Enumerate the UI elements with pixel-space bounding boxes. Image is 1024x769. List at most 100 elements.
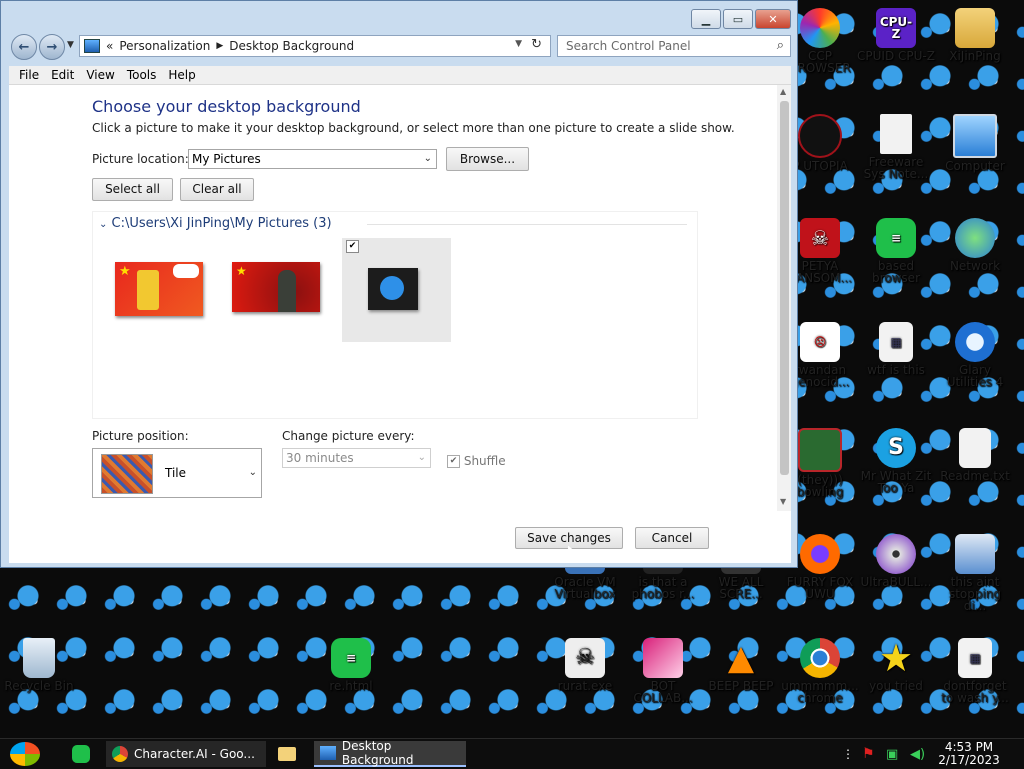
desktop-icon-readme[interactable]: Readme.txt [936,428,1014,482]
cancel-button[interactable]: Cancel [635,527,709,549]
taskbar-item-desktop-background[interactable]: Desktop Background [314,739,466,767]
menu-edit[interactable]: Edit [51,68,74,82]
group-header[interactable]: ⌄ C:\Users\Xi JinPing\My Pictures (3) [99,216,332,231]
calendar-file-icon: ▦ [879,322,913,362]
video-file-icon [643,638,683,678]
picture-thumbnail-3-selected[interactable]: ✔ [342,238,451,342]
maximize-icon: ▭ [732,12,744,26]
title-bar[interactable]: ▁ ▭ ✕ [1,1,797,33]
thumbnail-image [368,268,418,310]
scroll-down-icon[interactable]: ▼ [780,497,786,506]
forward-button[interactable]: → [39,34,65,60]
clock[interactable]: 4:53 PM 2/17/2023 [934,741,1004,767]
picture-position-select[interactable]: Tile ⌄ [92,448,262,498]
desktop-icon-recycle-bin[interactable]: Recycle Bin [0,638,78,692]
minimize-button[interactable]: ▁ [691,9,721,29]
control-panel-icon [84,39,100,53]
taskbar-item-desktop-background-label: Desktop Background [341,739,414,767]
desktop-icon-rurat[interactable]: ☠ rurat.exe [546,638,624,692]
back-arrow-icon: ← [18,39,30,55]
picture-thumbnail-2[interactable]: ★ [232,262,320,312]
desktop-icon-mr-what-zit[interactable]: S Mr What Zit Too Ya [857,428,935,494]
desktop-icon-xijinping[interactable]: XiJinPing [936,8,1014,62]
address-dropdown-icon[interactable]: ▼ [515,39,522,49]
desktop-icon-dontforget[interactable]: ▦ dontforget to wash y... [936,638,1014,704]
disc-icon [876,534,916,574]
desktop-icon-chrome[interactable]: ummmmm... chrome [781,638,859,704]
maximize-button[interactable]: ▭ [723,9,753,29]
picture-position-label: Picture position: [92,429,189,443]
select-all-button[interactable]: Select all [92,178,173,201]
flag-icon[interactable]: ⚑ [856,741,878,767]
picture-location-value: My Pictures [192,152,261,166]
desktop-icon-glary-utilities[interactable]: Glary Utilities 4 [936,322,1014,388]
desktop-icon-beep-beep[interactable]: ▲ BEEP BEEP [702,638,780,692]
change-picture-value: 30 minutes [286,451,354,465]
shuffle-checkbox[interactable]: ✔ [447,455,460,468]
menu-tools[interactable]: Tools [127,68,157,82]
clear-all-button[interactable]: Clear all [180,178,254,201]
search-icon[interactable]: ⌕ [777,36,784,56]
chat-icon: ≡ [331,638,371,678]
search-input[interactable]: Search Control Panel ⌕ [557,35,791,57]
chevron-down-icon: ⌄ [248,467,257,478]
windows-logo-icon [10,742,40,766]
shuffle-option[interactable]: ✔ Shuffle [447,454,506,468]
taskbar-item-chrome-label: Character.AI - Goo... [134,747,255,761]
address-bar[interactable]: « Personalization ▶ Desktop Background ▼… [79,35,551,57]
vertical-scrollbar[interactable]: ▲ ▼ [777,85,791,511]
recent-pages-dropdown-icon[interactable]: ▼ [67,40,74,50]
taskbar-item-chrome[interactable]: Character.AI - Goo... [106,741,266,767]
refresh-icon[interactable]: ↻ [531,37,542,52]
breadcrumb-separator-icon[interactable]: ▶ [216,41,223,51]
navigation-bar: ← → ▼ « Personalization ▶ Desktop Backgr… [9,34,791,60]
utopia-icon [798,114,842,158]
page-title: Choose your desktop background [92,97,361,116]
taskbar-pinned-chat[interactable] [66,741,96,767]
desktop-icon-freeware-sys-note[interactable]: Freeware Sys Note... [857,114,935,180]
desktop-icon-this-aint-stopping[interactable]: this aint stopping di... [936,534,1014,612]
control-panel-icon [320,746,336,760]
chrome-icon [112,746,128,762]
menu-bar: File Edit View Tools Help [9,66,791,85]
desktop-icon-bot-collab[interactable]: BOT COLLAB... [624,638,702,704]
breadcrumb-chevrons[interactable]: « [106,39,113,53]
recycle-bin-icon [23,638,55,678]
desktop-icon-you-tried[interactable]: ★ you tried [857,638,935,692]
back-button[interactable]: ← [11,34,37,60]
scrollbar-thumb[interactable] [780,101,789,475]
chevron-down-icon: ⌄ [423,153,432,164]
chevron-down-icon: ⌄ [99,219,108,230]
network-tray-icon[interactable]: ▣ [880,741,902,767]
menu-help[interactable]: Help [168,68,195,82]
thumbnail-checkbox[interactable]: ✔ [346,240,359,253]
start-button[interactable] [4,741,44,767]
tray-overflow-icon[interactable]: ⋮ [836,741,854,767]
network-icon [955,218,995,258]
menu-file[interactable]: File [19,68,39,82]
desktop-icon-ultrabull[interactable]: UltraBULL... [857,534,935,588]
volume-icon[interactable]: ◀) [904,741,926,767]
desktop-icon-network[interactable]: Network [936,218,1014,272]
taskbar: Character.AI - Goo... Desktop Background… [0,738,1024,769]
desktop-icon-based-browser[interactable]: ≡ based browser [857,218,935,284]
scroll-up-icon[interactable]: ▲ [780,87,786,96]
desktop-icon-cpuz[interactable]: CPU-Z CPUID CPU-Z [857,8,935,62]
change-picture-select[interactable]: 30 minutes ⌄ [282,448,431,468]
browse-button[interactable]: Browse... [446,147,529,171]
breadcrumb-personalization[interactable]: Personalization [119,39,210,53]
picture-thumbnail-1[interactable]: ★ [115,262,203,316]
installer-icon [955,534,995,574]
desktop-icon-computer[interactable]: Computer [936,114,1014,172]
breadcrumb-desktop-background[interactable]: Desktop Background [229,39,354,53]
picture-location-select[interactable]: My Pictures ⌄ [188,149,437,169]
menu-view[interactable]: View [86,68,114,82]
desktop-icon-re-html[interactable]: ≡ re.html [312,638,390,692]
desktop-icon-wtf-is-this[interactable]: ▦ wtf is this [857,322,935,376]
folder-icon [278,747,296,761]
glary-icon [955,322,995,362]
picture-gallery: ⌄ C:\Users\Xi JinPing\My Pictures (3) ★ … [92,211,698,419]
close-button[interactable]: ✕ [755,9,791,29]
taskbar-file-explorer[interactable] [272,741,306,767]
content-pane: Choose your desktop background Click a p… [9,85,791,563]
